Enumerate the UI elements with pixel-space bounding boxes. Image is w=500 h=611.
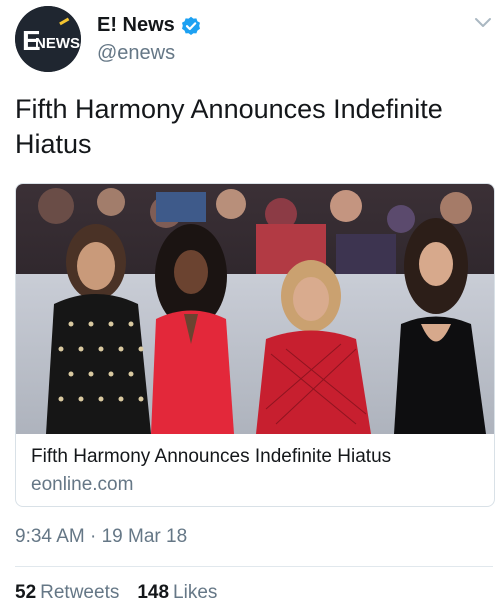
retweets-count: 52 [15, 582, 37, 603]
tweet-stats: 52 Retweets 148 Likes [15, 582, 235, 604]
user-handle[interactable]: @enews [97, 42, 175, 65]
chevron-down-icon[interactable] [474, 16, 492, 30]
enews-logo: E NEWS [15, 6, 81, 72]
tweet-timestamp[interactable]: 9:34 AM · 19 Mar 18 [15, 526, 187, 548]
link-card[interactable]: Fifth Harmony Announces Indefinite Hiatu… [15, 183, 495, 507]
tweet-header: E NEWS E! News @enews [0, 0, 500, 80]
card-domain[interactable]: eonline.com [31, 474, 133, 496]
tweet-text: Fifth Harmony Announces Indefinite Hiatu… [15, 94, 443, 159]
display-name[interactable]: E! News [97, 14, 201, 37]
avatar[interactable]: E NEWS [15, 6, 81, 72]
display-name-text[interactable]: E! News [97, 14, 175, 37]
avatar-text: NEWS [35, 35, 80, 52]
retweets-label: Retweets [40, 582, 120, 603]
card-image [16, 184, 494, 434]
card-title[interactable]: Fifth Harmony Announces Indefinite Hiatu… [31, 446, 391, 468]
divider [15, 566, 493, 567]
likes-stat[interactable]: 148 Likes [137, 582, 217, 604]
likes-label: Likes [173, 582, 218, 603]
verified-badge-icon [181, 16, 201, 36]
retweets-stat[interactable]: 52 Retweets [15, 582, 119, 604]
likes-count: 148 [137, 582, 170, 603]
